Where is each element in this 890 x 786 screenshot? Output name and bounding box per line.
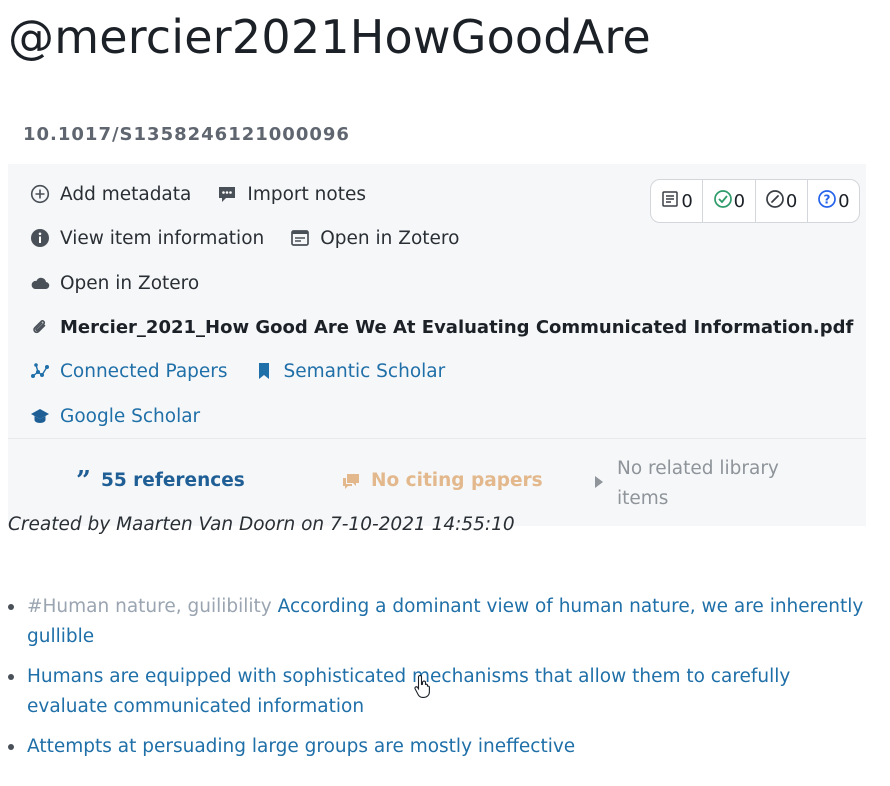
svg-text:?: ?	[824, 192, 831, 206]
view-item-information-button[interactable]: View item information	[30, 228, 264, 249]
connected-papers-label: Connected Papers	[60, 360, 228, 382]
checked-count: 0	[733, 190, 746, 212]
import-notes-label: Import notes	[247, 183, 366, 205]
open-in-zotero-button[interactable]: Open in Zotero	[290, 228, 459, 249]
notes-list: #Human nature, guilibility According a d…	[8, 592, 868, 772]
doi-label: 10.1017/S1358246121000096	[23, 124, 350, 145]
cloud-icon	[30, 273, 50, 293]
checked-count-button[interactable]: 0	[703, 180, 756, 222]
semantic-scholar-link[interactable]: Semantic Scholar	[254, 360, 446, 382]
hashtag-label: #Human nature, guilibility	[27, 596, 272, 617]
quote-icon: ”	[76, 465, 91, 496]
connected-graph-icon	[30, 361, 50, 381]
open-in-zotero-web-button[interactable]: Open in Zotero	[30, 273, 199, 294]
references-button[interactable]: ” 55 references	[76, 465, 245, 496]
panel-row-5: Connected Papers Semantic Scholar	[30, 358, 471, 384]
google-scholar-label: Google Scholar	[60, 405, 201, 427]
info-icon	[30, 228, 50, 248]
gauge-count: 0	[785, 190, 798, 212]
connected-papers-link[interactable]: Connected Papers	[30, 361, 228, 382]
page-title: @mercier2021HowGoodAre	[8, 10, 651, 64]
panel-row-6: Google Scholar	[30, 403, 226, 429]
notes-count-button[interactable]: 0	[651, 180, 704, 222]
google-scholar-link[interactable]: Google Scholar	[30, 406, 200, 427]
hand-pointer-icon	[414, 674, 430, 698]
bullet-link[interactable]: Humans are equipped with sophisticated m…	[27, 666, 790, 717]
open-in-zotero-web-label: Open in Zotero	[60, 272, 200, 294]
list-item: Humans are equipped with sophisticated m…	[8, 662, 868, 722]
panel-divider	[8, 438, 866, 439]
questions-count-button[interactable]: ? 0	[808, 180, 859, 222]
check-circle-icon	[713, 189, 733, 214]
notes-count: 0	[681, 190, 693, 212]
citing-papers-button: No citing papers	[341, 470, 543, 491]
related-items-toggle[interactable]: No related library items	[595, 454, 817, 514]
add-metadata-label: Add metadata	[60, 183, 192, 205]
pdf-attachment-link[interactable]: Mercier_2021_How Good Are We At Evaluati…	[30, 317, 853, 338]
bullet-link[interactable]: Attempts at persuading large groups are …	[27, 736, 575, 757]
related-items-label: No related library items	[617, 458, 779, 509]
questions-count: 0	[838, 190, 850, 212]
window-icon	[290, 228, 310, 248]
comment-dots-icon	[217, 184, 237, 204]
references-label: 55 references	[100, 470, 245, 491]
citing-papers-label: No citing papers	[371, 470, 543, 491]
list-item: #Human nature, guilibility According a d…	[8, 592, 868, 652]
paperclip-icon	[30, 317, 50, 337]
panel-row-2: View item information Open in Zotero	[30, 225, 485, 251]
bookmark-icon	[254, 361, 274, 381]
created-by-line: Created by Maarten Van Doorn on 7-10-202…	[8, 514, 515, 535]
notes-icon	[660, 189, 680, 214]
open-in-zotero-label: Open in Zotero	[320, 227, 460, 249]
gauge-count-button[interactable]: 0	[756, 180, 808, 222]
import-notes-button[interactable]: Import notes	[217, 184, 366, 205]
gauge-icon	[765, 189, 785, 214]
caret-right-icon	[595, 476, 603, 488]
question-circle-icon: ?	[817, 189, 837, 214]
comments-icon	[341, 471, 361, 491]
list-item: Attempts at persuading large groups are …	[8, 732, 868, 762]
plus-circle-icon	[30, 184, 50, 204]
panel-row-4: Mercier_2021_How Good Are We At Evaluati…	[30, 314, 879, 340]
semantic-scholar-label: Semantic Scholar	[283, 360, 446, 382]
pdf-filename: Mercier_2021_How Good Are We At Evaluati…	[60, 316, 854, 338]
panel-row-1: Add metadata Import notes	[30, 181, 392, 207]
add-metadata-button[interactable]: Add metadata	[30, 184, 191, 205]
zotero-panel: Add metadata Import notes View item info…	[8, 164, 866, 526]
graduation-cap-icon	[30, 406, 50, 426]
view-item-information-label: View item information	[60, 227, 265, 249]
panel-row-3: Open in Zotero	[30, 270, 225, 296]
annotation-counts-group: 0 0 0 ? 0	[650, 179, 860, 223]
